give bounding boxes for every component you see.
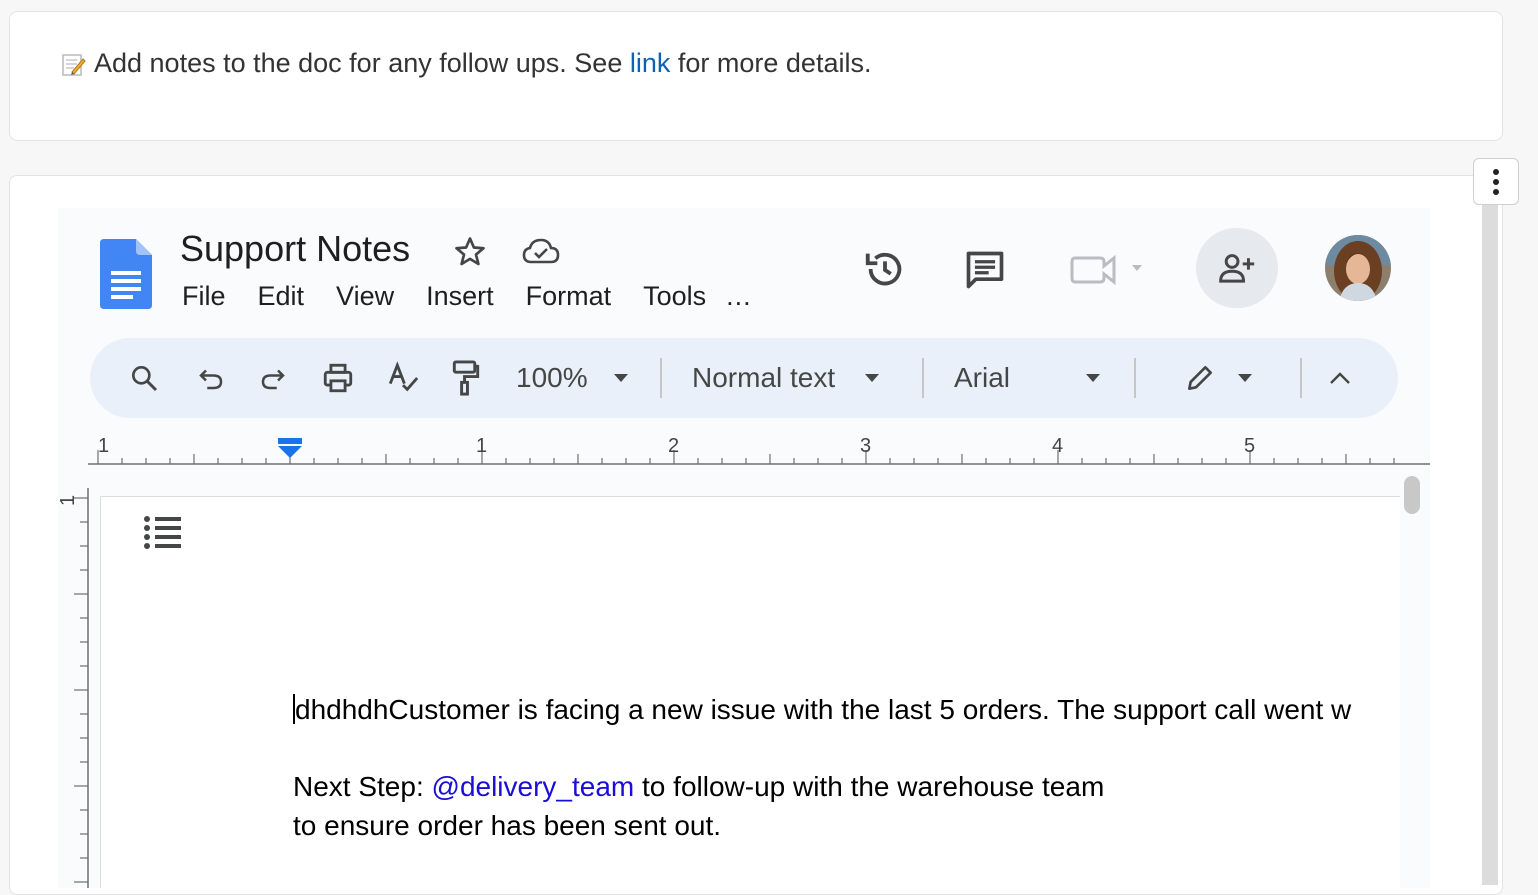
docs-editor: Support Notes File Edit View Insert Form… <box>58 208 1430 888</box>
font-select[interactable]: Arial <box>954 338 1102 418</box>
ruler-label: 4 <box>1052 435 1063 457</box>
ruler-label: 1 <box>476 435 487 457</box>
doc-line-2-before: Next Step: <box>293 771 432 802</box>
share-button[interactable] <box>1196 228 1278 308</box>
menu-more[interactable]: ... <box>726 281 752 312</box>
meet-video-icon[interactable] <box>1070 250 1170 295</box>
notice-text: Add notes to the doc for any follow ups.… <box>60 48 871 79</box>
document-scrollbar-thumb[interactable] <box>1404 476 1420 514</box>
paragraph-style-value: Normal text <box>692 362 836 393</box>
chevron-down-icon <box>613 374 628 382</box>
paint-format-icon[interactable] <box>450 338 482 418</box>
redo-icon[interactable] <box>258 338 288 418</box>
chevron-down-icon <box>1238 374 1252 382</box>
vruler-label: 1 <box>58 495 79 506</box>
more-options-button[interactable] <box>1473 158 1519 205</box>
undo-icon[interactable] <box>196 338 226 418</box>
toolbar-divider <box>660 358 662 398</box>
menu-file[interactable]: File <box>182 281 242 312</box>
font-value: Arial <box>954 362 1011 393</box>
menu-insert[interactable]: Insert <box>426 281 510 312</box>
doc-line-2-after: to follow-up with the warehouse team <box>634 771 1105 802</box>
menu-bar: File Edit View Insert Format Tools ... <box>182 281 752 312</box>
notice-text-after: for more details. <box>677 48 872 78</box>
cloud-saved-icon[interactable] <box>521 236 561 273</box>
star-icon[interactable] <box>452 234 488 275</box>
notice-card: Add notes to the doc for any follow ups.… <box>9 11 1503 141</box>
account-avatar[interactable] <box>1325 235 1391 301</box>
doc-paragraph-1[interactable]: dhdhdhCustomer is facing a new issue wit… <box>293 694 1351 726</box>
doc-title[interactable]: Support Notes <box>180 228 410 270</box>
menu-format[interactable]: Format <box>526 281 628 312</box>
doc-paragraph-2[interactable]: Next Step: @delivery_team to follow-up w… <box>293 771 1104 803</box>
zoom-select[interactable]: 100% <box>516 338 630 418</box>
paragraph-style-select[interactable]: Normal text <box>692 338 881 418</box>
indent-marker[interactable] <box>278 438 302 458</box>
version-history-icon[interactable] <box>862 246 908 297</box>
print-icon[interactable] <box>320 338 356 418</box>
menu-edit[interactable]: Edit <box>258 281 321 312</box>
notice-text-before: Add notes to the doc for any follow ups.… <box>94 48 623 78</box>
mention-chip[interactable]: @delivery_team <box>432 771 635 802</box>
ruler-label: 5 <box>1244 435 1255 457</box>
spellcheck-icon[interactable] <box>386 338 420 418</box>
pencil-icon <box>1188 366 1212 390</box>
kebab-icon <box>1493 168 1499 195</box>
editing-toolbar: 100% Normal text Arial <box>90 338 1398 418</box>
memo-icon <box>60 51 86 77</box>
doc-line-1-text: dhdhdhCustomer is facing a new issue wit… <box>295 694 1352 725</box>
editing-mode-select[interactable] <box>1184 338 1254 418</box>
ruler-label: 3 <box>860 435 871 457</box>
comments-icon[interactable] <box>962 248 1008 297</box>
document-page[interactable]: dhdhdhCustomer is facing a new issue wit… <box>100 496 1400 888</box>
search-menus-icon[interactable] <box>128 338 160 418</box>
ruler-label: 1 <box>98 435 109 457</box>
embed-scrollbar[interactable] <box>1482 205 1498 885</box>
doc-paragraph-3[interactable]: to ensure order has been sent out. <box>293 810 721 842</box>
vertical-ruler[interactable]: 1 <box>58 488 90 888</box>
chevron-up-icon <box>1330 372 1350 384</box>
menu-view[interactable]: View <box>336 281 410 312</box>
ruler-label: 2 <box>668 435 679 457</box>
document-canvas: dhdhdhCustomer is facing a new issue wit… <box>90 466 1410 888</box>
toolbar-divider <box>1134 358 1136 398</box>
add-person-icon <box>1219 254 1255 283</box>
chevron-down-icon <box>1086 374 1101 382</box>
chevron-down-icon <box>865 374 880 382</box>
details-link[interactable]: link <box>630 48 671 79</box>
toolbar-divider <box>922 358 924 398</box>
horizontal-ruler[interactable]: 1 1 2 3 4 5 <box>88 430 1430 466</box>
toolbar-divider <box>1300 358 1302 398</box>
document-outline-icon[interactable] <box>143 515 183 554</box>
zoom-value: 100% <box>516 362 588 393</box>
docs-logo-icon[interactable] <box>100 239 152 314</box>
menu-tools[interactable]: Tools <box>643 281 722 312</box>
hide-menus-button[interactable] <box>1328 338 1352 418</box>
